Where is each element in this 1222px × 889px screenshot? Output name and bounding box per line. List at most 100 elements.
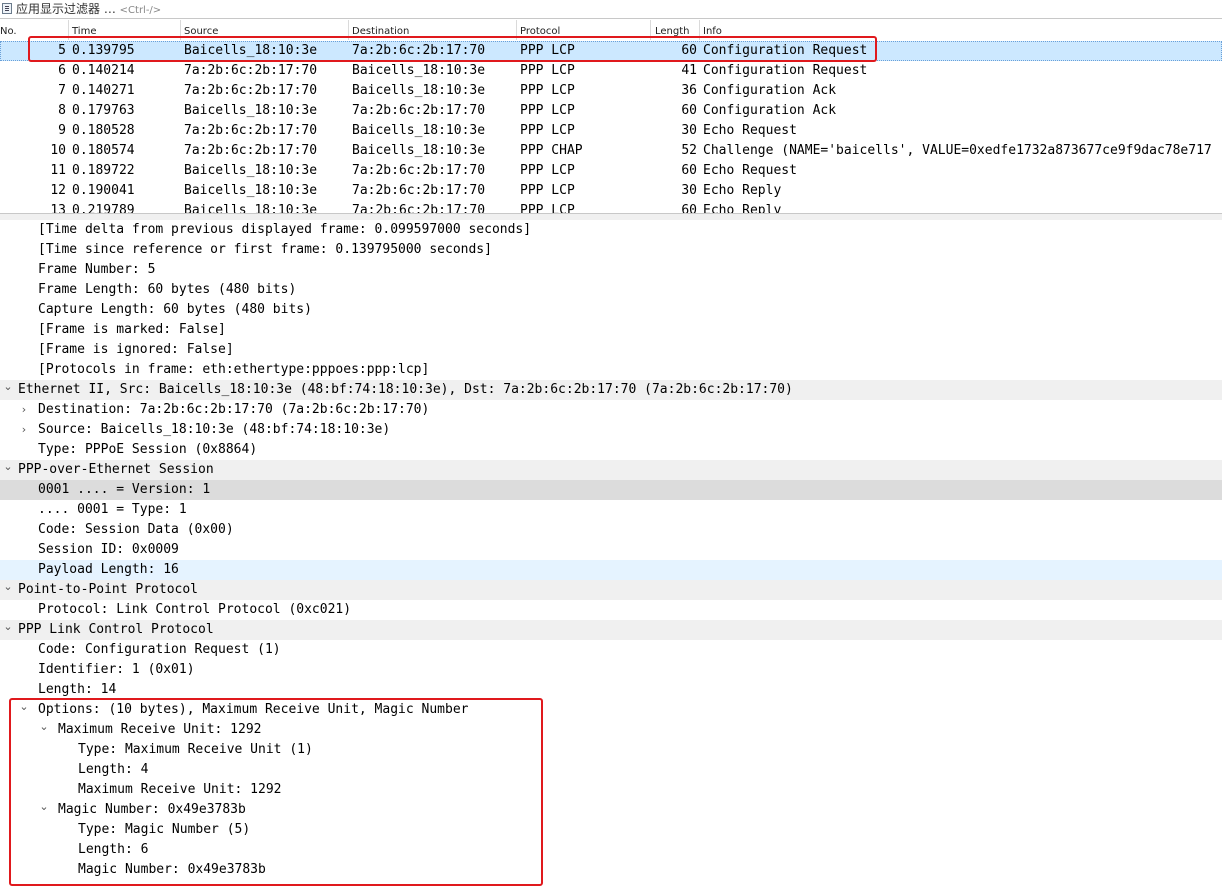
column-header-destination[interactable]: Destination (352, 26, 409, 37)
packet-length: 60 (681, 103, 697, 118)
tree-row-text: [Protocols in frame: eth:ethertype:pppoe… (38, 362, 430, 377)
tree-row-text: Capture Length: 60 bytes (480 bits) (38, 302, 312, 317)
tree-field-row[interactable]: Length: 4 (0, 760, 1222, 780)
tree-field-row[interactable]: Length: 14 (0, 680, 1222, 700)
tree-field-row[interactable]: 0001 .... = Version: 1 (0, 480, 1222, 500)
packet-row[interactable]: 6 0.140214 7a:2b:6c:2b:17:70 Baicells_18:10… (0, 61, 1222, 81)
packet-protocol: PPP CHAP (520, 143, 583, 158)
bookmark-filter-icon[interactable] (2, 3, 12, 14)
tree-field-row[interactable]: Type: Magic Number (5) (0, 820, 1222, 840)
tree-field-row[interactable]: [Frame is marked: False] (0, 320, 1222, 340)
tree-row-text: Code: Session Data (0x00) (38, 522, 234, 537)
packet-time: 0.139795 (72, 43, 135, 58)
tree-field-row[interactable]: Identifier: 1 (0x01) (0, 660, 1222, 680)
packet-row[interactable]: 13 0.219789 Baicells_18:10:3e 7a:2b:6c:2b:1… (0, 201, 1222, 213)
collapse-arrow-icon[interactable]: ⌄ (37, 797, 51, 817)
tree-field-row[interactable]: Type: PPPoE Session (0x8864) (0, 440, 1222, 460)
tree-field-row[interactable]: ⌄ Magic Number: 0x49e3783b (0, 800, 1222, 820)
collapse-arrow-icon[interactable]: ⌄ (1, 457, 15, 477)
tree-field-row[interactable]: Maximum Receive Unit: 1292 (0, 780, 1222, 800)
tree-field-row[interactable]: [Protocols in frame: eth:ethertype:pppoe… (0, 360, 1222, 380)
column-header-time[interactable]: Time (72, 26, 96, 37)
tree-field-row[interactable]: › Destination: 7a:2b:6c:2b:17:70 (7a:2b:6… (0, 400, 1222, 420)
packet-source: 7a:2b:6c:2b:17:70 (184, 63, 318, 78)
tree-field-row[interactable]: Magic Number: 0x49e3783b (0, 860, 1222, 880)
tree-row-text: PPP Link Control Protocol (18, 622, 214, 637)
tree-section-row[interactable]: ⌄ Ethernet II, Src: Baicells_18:10:3e (48… (0, 380, 1222, 400)
packet-length: 60 (681, 43, 697, 58)
display-filter-input[interactable]: 应用显示过滤器 … <Ctrl-/> (16, 1, 161, 17)
packet-time: 0.140271 (72, 83, 135, 98)
tree-field-row[interactable]: › Source: Baicells_18:10:3e (48:bf:74:18:… (0, 420, 1222, 440)
packet-row[interactable]: 10 0.180574 7a:2b:6c:2b:17:70 Baicells_18:1… (0, 141, 1222, 161)
tree-field-row[interactable]: ⌄ Options: (10 bytes), Maximum Receive Un… (0, 700, 1222, 720)
packet-time: 0.190041 (72, 183, 135, 198)
expand-arrow-icon[interactable]: › (17, 420, 31, 440)
tree-field-row[interactable]: Type: Maximum Receive Unit (1) (0, 740, 1222, 760)
collapse-arrow-icon[interactable]: ⌄ (1, 377, 15, 397)
tree-section-row[interactable]: ⌄ Point-to-Point Protocol (0, 580, 1222, 600)
packet-no: 7 (58, 83, 66, 98)
packet-row[interactable]: 7 0.140271 7a:2b:6c:2b:17:70 Baicells_18:10… (0, 81, 1222, 101)
packet-info: Echo Request (703, 123, 797, 138)
tree-field-row[interactable]: Length: 6 (0, 840, 1222, 860)
packet-row[interactable]: 8 0.179763 Baicells_18:10:3e 7a:2b:6c:2b:17… (0, 101, 1222, 121)
tree-row-text: Frame Number: 5 (38, 262, 156, 277)
tree-row-text: .... 0001 = Type: 1 (38, 502, 187, 517)
column-header-length[interactable]: Length (655, 26, 690, 37)
tree-field-row[interactable]: .... 0001 = Type: 1 (0, 500, 1222, 520)
packet-row[interactable]: 11 0.189722 Baicells_18:10:3e 7a:2b:6c:2b:1… (0, 161, 1222, 181)
collapse-arrow-icon[interactable]: ⌄ (1, 577, 15, 597)
packet-protocol: PPP LCP (520, 63, 575, 78)
packet-protocol: PPP LCP (520, 163, 575, 178)
tree-field-row[interactable]: Capture Length: 60 bytes (480 bits) (0, 300, 1222, 320)
packet-length: 41 (681, 63, 697, 78)
tree-field-row[interactable]: Frame Number: 5 (0, 260, 1222, 280)
tree-row-text: Identifier: 1 (0x01) (38, 662, 195, 677)
tree-row-text: Type: PPPoE Session (0x8864) (38, 442, 258, 457)
tree-section-row[interactable]: ⌄ PPP Link Control Protocol (0, 620, 1222, 640)
tree-row-text: [Frame is marked: False] (38, 322, 226, 337)
tree-field-row[interactable]: Protocol: Link Control Protocol (0xc021) (0, 600, 1222, 620)
tree-row-text: [Time since reference or first frame: 0.… (38, 242, 492, 257)
packet-row[interactable]: 9 0.180528 7a:2b:6c:2b:17:70 Baicells_18:10… (0, 121, 1222, 141)
packet-list[interactable]: No. Time Source Destination Protocol Len… (0, 20, 1222, 213)
tree-field-row[interactable]: [Frame is ignored: False] (0, 340, 1222, 360)
packet-destination: 7a:2b:6c:2b:17:70 (352, 183, 486, 198)
tree-field-row[interactable]: Payload Length: 16 (0, 560, 1222, 580)
packet-source: Baicells_18:10:3e (184, 203, 318, 213)
packet-row[interactable]: 12 0.190041 Baicells_18:10:3e 7a:2b:6c:2b:1… (0, 181, 1222, 201)
expand-arrow-icon[interactable]: › (17, 400, 31, 420)
packet-source: Baicells_18:10:3e (184, 43, 318, 58)
tree-field-row[interactable]: Code: Session Data (0x00) (0, 520, 1222, 540)
packet-source: 7a:2b:6c:2b:17:70 (184, 143, 318, 158)
collapse-arrow-icon[interactable]: ⌄ (1, 617, 15, 637)
column-header-source[interactable]: Source (184, 26, 218, 37)
tree-row-text: Destination: 7a:2b:6c:2b:17:70 (7a:2b:6c… (38, 402, 430, 417)
packet-time: 0.219789 (72, 203, 135, 213)
packet-time: 0.180528 (72, 123, 135, 138)
tree-row-text: Type: Maximum Receive Unit (1) (78, 742, 313, 757)
packet-protocol: PPP LCP (520, 123, 575, 138)
tree-section-row[interactable]: ⌄ PPP-over-Ethernet Session (0, 460, 1222, 480)
column-header-no[interactable]: No. (0, 26, 17, 37)
collapse-arrow-icon[interactable]: ⌄ (37, 717, 51, 737)
packet-length: 30 (681, 123, 697, 138)
column-header-info[interactable]: Info (703, 26, 722, 37)
tree-field-row[interactable]: [Time since reference or first frame: 0.… (0, 240, 1222, 260)
packet-row[interactable]: 5 0.139795 Baicells_18:10:3e 7a:2b:6c:2b:17… (0, 41, 1222, 61)
packet-protocol: PPP LCP (520, 203, 575, 213)
packet-details-pane[interactable]: [Time delta from previous displayed fram… (0, 220, 1222, 889)
tree-field-row[interactable]: Frame Length: 60 bytes (480 bits) (0, 280, 1222, 300)
collapse-arrow-icon[interactable]: ⌄ (17, 697, 31, 717)
packet-info: Configuration Request (703, 43, 868, 58)
tree-field-row[interactable]: Session ID: 0x0009 (0, 540, 1222, 560)
tree-row-text: PPP-over-Ethernet Session (18, 462, 214, 477)
filter-placeholder: 应用显示过滤器 … (16, 2, 116, 16)
column-header-protocol[interactable]: Protocol (520, 26, 560, 37)
tree-field-row[interactable]: Code: Configuration Request (1) (0, 640, 1222, 660)
tree-field-row[interactable]: ⌄ Maximum Receive Unit: 1292 (0, 720, 1222, 740)
tree-field-row[interactable]: [Time delta from previous displayed fram… (0, 220, 1222, 240)
packet-destination: 7a:2b:6c:2b:17:70 (352, 43, 486, 58)
packet-info: Echo Reply (703, 183, 782, 198)
